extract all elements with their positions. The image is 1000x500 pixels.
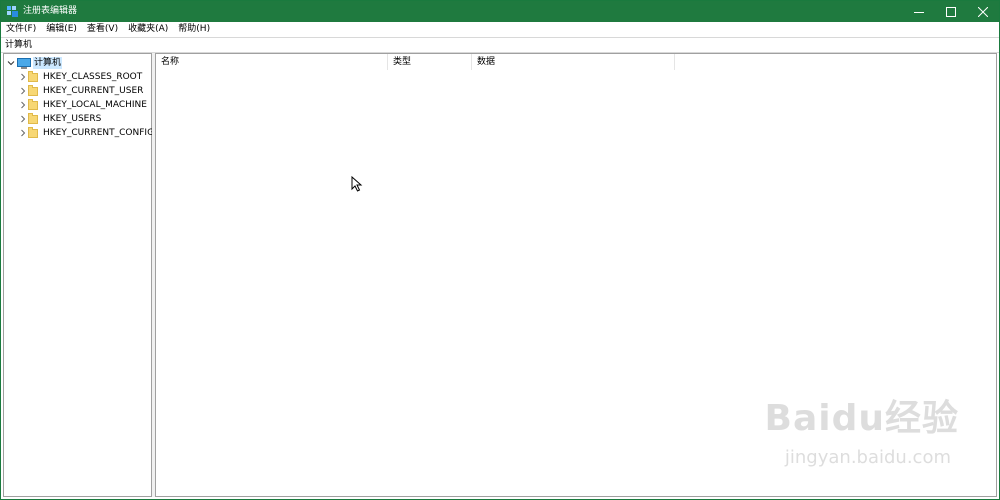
registry-editor-window: 注册表编辑器 文件(F) 编辑(E) 查看(V) 收藏夹(A) 帮助(H) 计算… [0,0,1000,500]
folder-icon [28,126,38,138]
tree-item-label: HKEY_CLASSES_ROOT [43,72,143,82]
tree-item-hkey-local-machine[interactable]: HKEY_LOCAL_MACHINE [18,98,148,112]
address-bar[interactable]: 计算机 [1,37,999,53]
minimize-icon [914,11,924,13]
column-header-name[interactable]: 名称 [156,54,388,70]
column-header-type[interactable]: 类型 [388,54,472,70]
close-icon [978,6,988,17]
folder-icon [28,70,38,82]
address-path[interactable]: 计算机 [5,40,32,51]
menu-bar: 文件(F) 编辑(E) 查看(V) 收藏夹(A) 帮助(H) [1,22,999,36]
computer-icon [17,57,31,69]
maximize-button[interactable] [935,1,967,22]
menu-view[interactable]: 查看(V) [82,22,123,36]
tree-item-label: 计算机 [33,57,63,69]
maximize-icon [946,6,956,17]
chevron-down-icon[interactable] [6,58,16,68]
menu-help[interactable]: 帮助(H) [173,22,215,36]
mouse-cursor-icon [351,176,363,192]
key-tree-pane[interactable]: 计算机 HKEY_CLASSES_ROOT HKEY_CURRENT_USER … [3,53,155,497]
menu-favorites[interactable]: 收藏夹(A) [123,22,173,36]
tree-item-label: HKEY_CURRENT_USER [43,86,144,96]
list-header: 名称 类型 数据 [156,54,676,70]
watermark-brand: Baidu经验 [764,398,959,439]
chevron-right-icon[interactable] [18,128,28,138]
folder-icon [28,84,38,96]
watermark-url: jingyan.baidu.com [784,447,951,468]
tree-item-hkey-classes-root[interactable]: HKEY_CLASSES_ROOT [18,70,143,84]
menu-edit[interactable]: 编辑(E) [41,22,82,36]
chevron-right-icon[interactable] [18,114,28,124]
chevron-right-icon[interactable] [18,100,28,110]
tree-item-hkey-current-config[interactable]: HKEY_CURRENT_CONFIG [18,126,155,140]
close-button[interactable] [967,1,999,22]
tree-item-computer[interactable]: 计算机 [6,56,63,70]
folder-icon [28,98,38,110]
tree-item-hkey-current-user[interactable]: HKEY_CURRENT_USER [18,84,144,98]
title-bar[interactable]: 注册表编辑器 [1,1,999,22]
column-header-data[interactable]: 数据 [472,54,675,70]
registry-app-icon [7,6,18,17]
chevron-right-icon[interactable] [18,86,28,96]
chevron-right-icon[interactable] [18,72,28,82]
tree-item-label: HKEY_USERS [43,114,102,124]
tree-item-hkey-users[interactable]: HKEY_USERS [18,112,102,126]
tree-item-label: HKEY_LOCAL_MACHINE [43,100,147,110]
tree-item-label: HKEY_CURRENT_CONFIG [43,128,155,138]
menu-file[interactable]: 文件(F) [1,22,41,36]
minimize-button[interactable] [903,1,935,22]
baidu-watermark: Baidu经验 jingyan.baidu.com [759,389,959,479]
window-title: 注册表编辑器 [23,6,78,16]
folder-icon [28,112,38,124]
